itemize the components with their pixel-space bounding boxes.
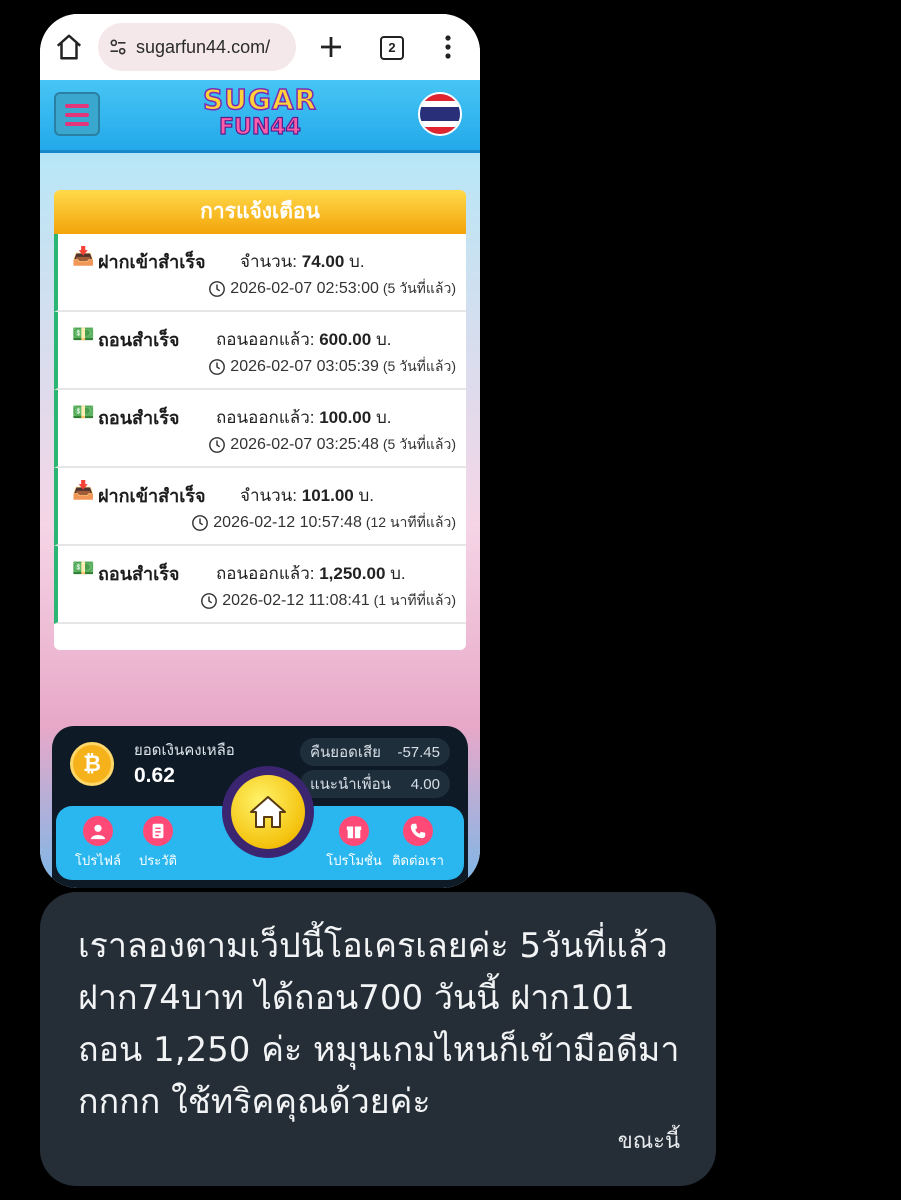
history-icon [143,816,173,846]
notification-title-text: ฝากเข้าสำเร็จ [98,486,206,506]
notification-amount: จำนวน: 74.00 บ. [240,252,365,271]
clock-icon [209,359,226,375]
chat-message-text: เราลองตามเว็ปนี้โอเครเลยค่ะ 5วันที่แล้ว … [78,926,680,1122]
notification-item[interactable]: 📥 ฝากเข้าสำเร็จ จำนวน: 74.00 บ. 2026-02-… [54,234,466,312]
site-logo[interactable]: SUGAR FUN44 [190,83,330,146]
notification-item[interactable]: 💵 ถอนสำเร็จ ถอนออกแล้ว: 1,250.00 บ. 2026… [54,546,466,624]
notification-title-text: ถอนสำเร็จ [98,408,180,428]
clock-icon [201,593,218,609]
clock-icon [192,515,209,531]
house-icon [250,796,286,828]
money-icon: 💵 [72,324,95,344]
more-vert-icon[interactable] [438,32,458,62]
gift-icon [339,816,369,846]
menu-history-label: ประวัติ [139,853,177,868]
menu-contact-button[interactable]: ติดต่อเรา [390,816,446,871]
chat-message-time: ขณะนี้ [617,1129,680,1154]
coin-icon: ₿ [70,742,114,786]
cashback-pill[interactable]: คืนยอดเสีย -57.45 [300,738,450,766]
notification-amount: ถอนออกแล้ว: 1,250.00 บ. [216,564,406,583]
tab-switcher-button[interactable]: 2 [380,36,404,60]
site-settings-icon[interactable] [108,37,128,57]
menu-history-button[interactable]: ประวัติ [130,816,186,871]
notification-item[interactable]: 📥 ฝากเข้าสำเร็จ จำนวน: 101.00 บ. 2026-02… [54,468,466,546]
home-icon[interactable] [54,32,84,62]
notification-time: 2026-02-07 02:53:00 (5 วันที่แล้ว) [208,278,456,300]
notification-time: 2026-02-12 11:08:41 (1 นาทีที่แล้ว) [200,590,456,612]
chat-message-bubble[interactable]: เราลองตามเว็ปนี้โอเครเลยค่ะ 5วันที่แล้ว … [40,892,716,1186]
hamburger-menu-button[interactable] [54,92,100,136]
money-icon: 💵 [72,558,95,578]
notification-amount: ถอนออกแล้ว: 100.00 บ. [216,408,392,427]
referral-pill[interactable]: แนะนำเพื่อน 4.00 [300,770,450,798]
notification-time: 2026-02-07 03:25:48 (5 วันที่แล้ว) [208,434,456,456]
notification-title-text: ถอนสำเร็จ [98,330,180,350]
notification-item[interactable]: 💵 ถอนสำเร็จ ถอนออกแล้ว: 600.00 บ. 2026-0… [54,312,466,390]
notification-title-text: ถอนสำเร็จ [98,564,180,584]
url-text: sugarfun44.com/ [136,36,271,57]
new-tab-icon[interactable] [316,32,346,62]
clock-icon [209,437,226,453]
notification-list: 📥 ฝากเข้าสำเร็จ จำนวน: 74.00 บ. 2026-02-… [54,234,466,624]
menu-promotion-label: โปรโมชั่น [326,853,382,868]
menu-profile-button[interactable]: โปรไฟล์ [70,816,126,871]
home-button[interactable] [222,766,314,858]
logo-line1: SUGAR [202,83,318,116]
clock-icon [209,281,226,297]
notification-amount: จำนวน: 101.00 บ. [240,486,375,505]
thai-flag-icon[interactable] [418,92,462,136]
website-content: SUGAR FUN44 การแจ้งเตือน 📥 ฝากเข้าสำเร็จ [40,80,480,888]
logo-line2: FUN44 [218,114,301,140]
browser-toolbar: sugarfun44.com/ 2 [40,14,480,80]
money-icon: 💵 [72,402,95,422]
inbox-icon: 📥 [72,480,95,500]
notification-time: 2026-02-07 03:05:39 (5 วันที่แล้ว) [208,356,456,378]
site-header: SUGAR FUN44 [40,80,480,153]
phone-icon [403,816,433,846]
url-bar[interactable]: sugarfun44.com/ [98,23,296,71]
menu-promotion-button[interactable]: โปรโมชั่น [326,816,382,871]
notification-item[interactable]: 💵 ถอนสำเร็จ ถอนออกแล้ว: 100.00 บ. 2026-0… [54,390,466,468]
user-icon [83,816,113,846]
wallet-bar: ₿ ยอดเงินคงเหลือ 0.62 คืนยอดเสีย -57.45 … [52,726,468,888]
balance-value: 0.62 [134,764,175,787]
menu-profile-label: โปรไฟล์ [75,853,121,868]
menu-contact-label: ติดต่อเรา [392,853,444,868]
notification-time: 2026-02-12 10:57:48 (12 นาทีที่แล้ว) [191,512,456,534]
phone-screenshot: sugarfun44.com/ 2 SUGAR FUN44 การแจ้งเตื… [40,14,480,888]
notification-title-text: ฝากเข้าสำเร็จ [98,252,206,272]
notification-title: การแจ้งเตือน [54,190,466,234]
notification-panel: การแจ้งเตือน 📥 ฝากเข้าสำเร็จ จำนวน: 74.0… [54,190,466,650]
notification-amount: ถอนออกแล้ว: 600.00 บ. [216,330,392,349]
inbox-icon: 📥 [72,246,95,266]
balance-label: ยอดเงินคงเหลือ [134,742,235,759]
